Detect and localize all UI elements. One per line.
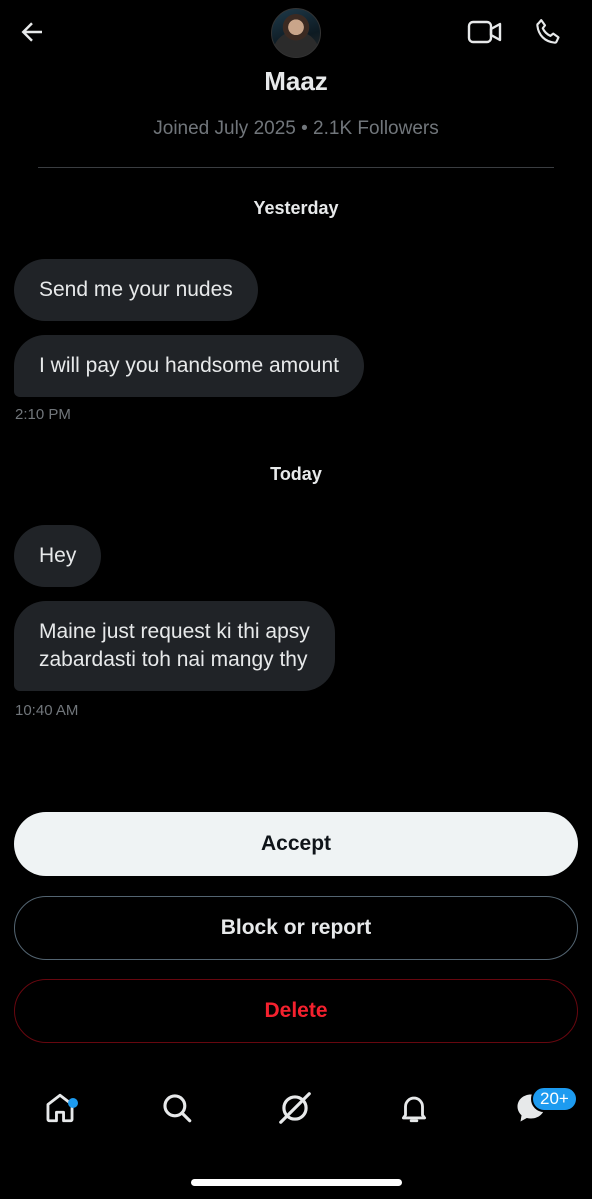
block-or-report-button[interactable]: Block or report xyxy=(14,896,578,960)
bell-icon xyxy=(401,1096,427,1123)
grok-icon xyxy=(279,1092,311,1124)
day-label-yesterday: Yesterday xyxy=(253,198,339,218)
back-button[interactable] xyxy=(14,14,50,50)
message-timestamp: 10:40 AM xyxy=(15,702,79,719)
home-icon xyxy=(46,1093,74,1123)
phone-call-button[interactable] xyxy=(530,14,566,50)
avatar[interactable] xyxy=(271,8,321,58)
nav-messages[interactable]: 20+ xyxy=(509,1086,578,1130)
bottom-nav: 20+ xyxy=(0,1070,592,1150)
profile-name[interactable]: Maaz xyxy=(0,66,592,97)
search-icon xyxy=(163,1094,192,1123)
nav-grok[interactable] xyxy=(273,1086,317,1130)
top-bar xyxy=(0,0,592,70)
video-call-icon xyxy=(467,20,502,44)
profile-meta: Joined July 2025 • 2.1K Followers xyxy=(153,118,439,139)
messages-badge: 20+ xyxy=(531,1086,578,1112)
home-indicator[interactable] xyxy=(191,1179,402,1186)
message-timestamp: 2:10 PM xyxy=(15,406,71,423)
nav-home[interactable] xyxy=(38,1086,82,1130)
message-bubble[interactable]: I will pay you handsome amount xyxy=(14,335,364,397)
day-label-today: Today xyxy=(270,464,322,484)
nav-notifications[interactable] xyxy=(392,1086,436,1130)
phone-icon xyxy=(536,19,560,44)
message-bubble[interactable]: Maine just request ki thi apsy zabardast… xyxy=(14,601,335,691)
message-bubble[interactable]: Send me your nudes xyxy=(14,259,258,321)
message-bubble[interactable]: Hey xyxy=(14,525,102,587)
accept-button[interactable]: Accept xyxy=(14,812,578,876)
back-arrow-icon xyxy=(21,22,42,42)
divider xyxy=(38,167,554,168)
notification-dot xyxy=(68,1098,78,1108)
delete-button[interactable]: Delete xyxy=(14,979,578,1043)
nav-search[interactable] xyxy=(155,1086,199,1130)
video-call-button[interactable] xyxy=(466,16,504,48)
